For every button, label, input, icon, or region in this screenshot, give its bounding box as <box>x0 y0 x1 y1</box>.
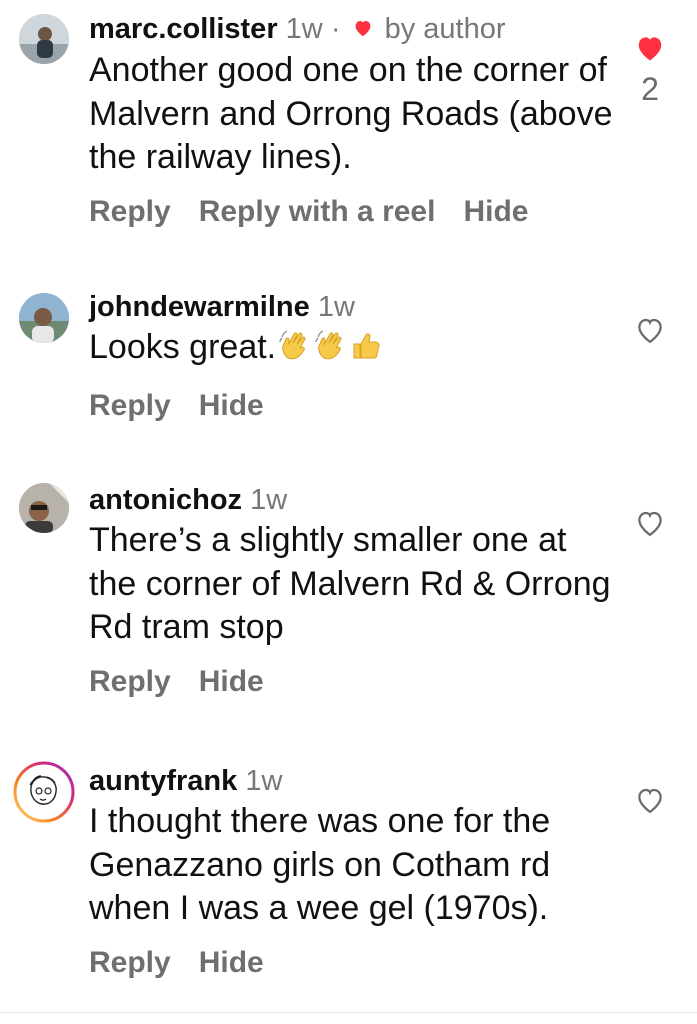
hide-button[interactable]: Hide <box>199 946 264 979</box>
comment-actions: Reply Hide <box>89 945 617 981</box>
hide-button[interactable]: Hide <box>199 389 264 422</box>
profile-photo-icon <box>19 483 69 533</box>
profile-photo-icon <box>19 293 69 343</box>
reply-button[interactable]: Reply <box>89 195 171 228</box>
hide-button[interactable]: Hide <box>463 195 528 228</box>
like-button[interactable] <box>635 316 665 349</box>
username[interactable]: marc.collister <box>89 13 278 45</box>
comment-text: I thought there was one for the Genazzan… <box>89 802 551 927</box>
separator: · <box>330 13 341 45</box>
comment-meta: antonichoz 1w <box>89 483 617 517</box>
comment-text-content: Looks great. <box>89 328 277 366</box>
like-button[interactable] <box>635 786 665 819</box>
avatar[interactable] <box>19 14 69 64</box>
like-count: 2 <box>641 71 659 107</box>
timestamp: 1w <box>250 484 288 516</box>
comment-meta: johndewarmilne 1w <box>89 290 617 324</box>
divider <box>0 1012 697 1013</box>
username[interactable]: auntyfrank <box>89 765 237 797</box>
waving-hand-icon <box>314 328 348 374</box>
comment-text: There’s a slightly smaller one at the co… <box>89 521 611 646</box>
comment-text: Another good one on the corner of Malver… <box>89 51 613 177</box>
avatar[interactable] <box>19 293 69 343</box>
comment-actions: Reply Reply with a reel Hide <box>89 194 617 230</box>
comment-meta: marc.collister 1w · by author <box>89 12 617 47</box>
comment-body: marc.collister 1w · by author Another go… <box>89 12 617 230</box>
heart-outline-icon[interactable] <box>635 316 665 344</box>
story-ring-avatar[interactable] <box>13 761 75 823</box>
comment-body: antonichoz 1w There’s a slightly smaller… <box>89 483 617 700</box>
hide-button[interactable]: Hide <box>199 665 264 698</box>
timestamp: 1w <box>285 13 323 45</box>
profile-photo-icon <box>19 14 69 64</box>
waving-hand-icon <box>278 328 312 374</box>
reply-with-reel-button[interactable]: Reply with a reel <box>199 195 436 228</box>
thumbs-up-icon <box>350 330 382 374</box>
comment-text: Looks great. <box>89 326 617 374</box>
avatar[interactable] <box>19 483 69 533</box>
username[interactable]: johndewarmilne <box>89 291 310 323</box>
reply-button[interactable]: Reply <box>89 946 171 979</box>
heart-filled-icon[interactable] <box>635 34 665 62</box>
timestamp: 1w <box>317 291 355 323</box>
liked-by-author-label: by author <box>384 13 506 45</box>
comment-actions: Reply Hide <box>89 664 617 700</box>
comment-body: johndewarmilne 1w Looks great. Reply Hide <box>89 290 617 424</box>
heart-outline-icon[interactable] <box>635 786 665 814</box>
like-button[interactable] <box>635 509 665 542</box>
heart-outline-icon[interactable] <box>635 509 665 537</box>
like-button[interactable]: 2 <box>635 34 665 108</box>
heart-icon <box>353 11 373 45</box>
username[interactable]: antonichoz <box>89 484 242 516</box>
reply-button[interactable]: Reply <box>89 389 171 422</box>
reply-button[interactable]: Reply <box>89 665 171 698</box>
cartoon-avatar-icon <box>13 761 75 823</box>
comment-actions: Reply Hide <box>89 388 617 424</box>
comment-meta: auntyfrank 1w <box>89 764 617 798</box>
timestamp: 1w <box>245 765 283 797</box>
comment-body: auntyfrank 1w I thought there was one fo… <box>89 764 617 981</box>
